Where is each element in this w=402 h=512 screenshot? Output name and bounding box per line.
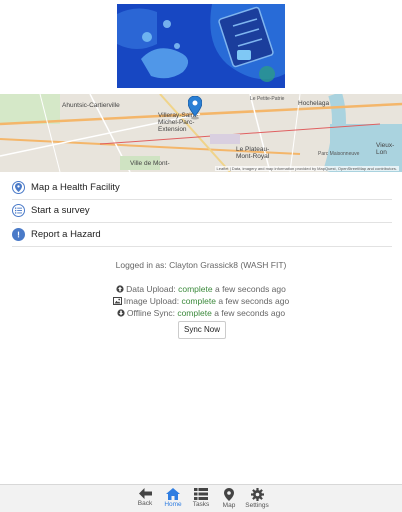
offline-sync-status: Offline Sync: complete a few seconds ago — [0, 308, 402, 318]
status-label: Offline Sync: — [126, 308, 175, 318]
upload-circle-icon — [116, 285, 124, 293]
main-menu: Map a Health Facility Start a survey Rep… — [12, 176, 392, 247]
list-icon — [12, 204, 25, 218]
map-label: Vieux-Lon — [376, 142, 395, 156]
hero-image — [117, 4, 285, 88]
home-icon — [166, 488, 180, 500]
menu-item-map-health-facility[interactable]: Map a Health Facility — [12, 176, 392, 200]
tab-back[interactable]: Back — [131, 485, 159, 512]
map-label: Parc Maisonneuve — [318, 151, 360, 157]
logged-in-prefix: Logged in as: — [115, 260, 167, 270]
tasks-list-icon — [194, 488, 208, 500]
map-view[interactable]: Ahuntsic-Cartierville Villeray-Saint-Mic… — [0, 94, 402, 172]
gear-icon — [250, 488, 264, 501]
image-upload-status: Image Upload: complete a few seconds ago — [0, 296, 402, 306]
tab-label: Home — [164, 501, 182, 508]
logged-in-user: Clayton Grassick8 (WASH FIT) — [169, 260, 287, 270]
sync-now-button[interactable]: Sync Now — [178, 321, 226, 339]
menu-item-label: Map a Health Facility — [31, 181, 120, 193]
warning-icon — [12, 227, 25, 241]
map-label: Hochelaga — [298, 100, 330, 107]
status-value: complete — [177, 308, 212, 318]
menu-item-start-survey[interactable]: Start a survey — [12, 200, 392, 223]
tab-home[interactable]: Home — [159, 485, 187, 512]
tab-label: Back — [137, 500, 153, 507]
map-label: Le Plateau-Mont-Royal — [236, 146, 270, 160]
menu-item-report-hazard[interactable]: Report a Hazard — [12, 223, 392, 247]
image-icon — [112, 297, 122, 305]
map-pin-icon — [224, 488, 234, 501]
map-attribution[interactable]: Leaflet | Data, imagery and map informat… — [214, 166, 399, 171]
status-time: a few seconds ago — [214, 284, 286, 294]
status-label: Image Upload: — [123, 296, 180, 306]
map-label: Ahuntsic-Cartierville — [62, 102, 120, 109]
map-label: Ville de Mont- — [130, 160, 170, 167]
status-value: complete — [178, 284, 213, 294]
tab-settings[interactable]: Settings — [243, 485, 271, 512]
tab-map[interactable]: Map — [215, 485, 243, 512]
tab-label: Settings — [245, 502, 269, 509]
status-value: complete — [181, 296, 216, 306]
bottom-tab-bar: Back Home Tasks Map Settings — [0, 484, 402, 512]
tab-tasks[interactable]: Tasks — [187, 485, 215, 512]
menu-item-label: Start a survey — [31, 205, 90, 217]
status-label: Data Upload: — [126, 284, 176, 294]
hygiene-illustration — [117, 4, 285, 88]
status-time: a few seconds ago — [218, 296, 290, 306]
status-time: a few seconds ago — [214, 308, 286, 318]
map-label: Le Petite-Patrie — [250, 96, 285, 102]
map-marker-icon — [12, 180, 25, 194]
download-circle-icon — [117, 309, 125, 317]
back-arrow-icon — [138, 488, 152, 499]
map-marker-pin-icon[interactable] — [188, 96, 202, 120]
tab-label: Map — [222, 502, 236, 509]
tab-label: Tasks — [192, 501, 210, 508]
menu-item-label: Report a Hazard — [31, 228, 101, 240]
logged-in-line: Logged in as: Clayton Grassick8 (WASH FI… — [0, 260, 402, 270]
data-upload-status: Data Upload: complete a few seconds ago — [0, 284, 402, 294]
